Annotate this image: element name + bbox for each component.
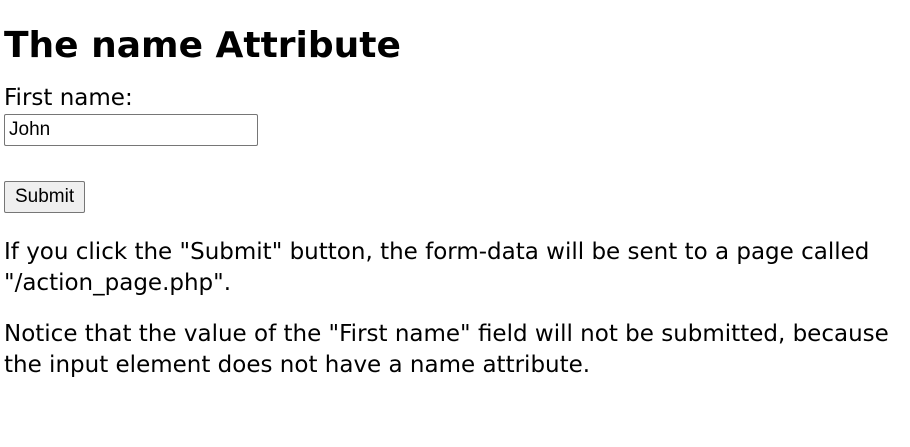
- page: The name Attribute First name: Submit If…: [0, 24, 910, 381]
- name-attribute-notice: Notice that the value of the "First name…: [4, 320, 889, 378]
- first-name-form: First name: Submit: [4, 85, 906, 213]
- page-title: The name Attribute: [4, 25, 401, 66]
- submit-button[interactable]: Submit: [4, 180, 86, 213]
- first-name-label: First name:: [4, 85, 133, 112]
- first-name-input[interactable]: [4, 113, 258, 146]
- submit-row: Submit: [4, 180, 906, 213]
- submit-explanation: If you click the "Submit" button, the fo…: [4, 238, 870, 296]
